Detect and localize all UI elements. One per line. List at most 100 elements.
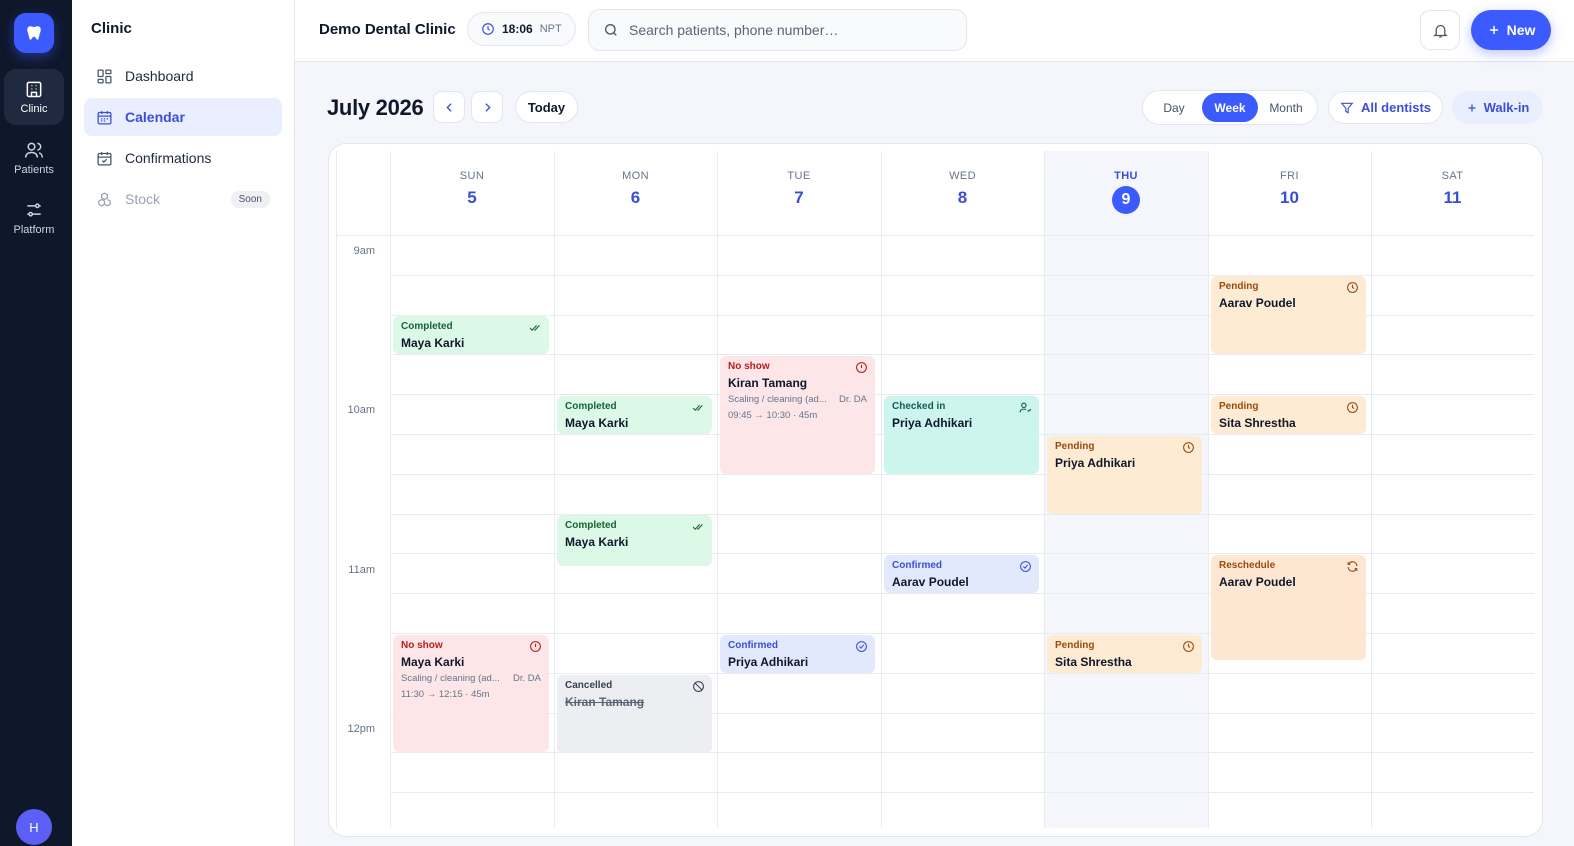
appointment-card[interactable]: No show Kiran Tamang Scaling / cleaning … [720, 356, 875, 474]
appointment-card[interactable]: Completed Maya Karki [557, 396, 712, 434]
prev-week-button[interactable] [433, 91, 465, 123]
appointment-card[interactable]: Checked in Priya Adhikari [884, 396, 1039, 474]
day-header-thu[interactable]: THU 9 [1044, 151, 1208, 235]
notifications-button[interactable] [1420, 10, 1460, 50]
day-header-tue[interactable]: TUE 7 [717, 151, 881, 235]
new-button-label: New [1506, 22, 1536, 38]
walkin-button[interactable]: Walk-in [1452, 91, 1543, 124]
view-day-button[interactable]: Day [1146, 93, 1202, 122]
rail-item-label: Patients [14, 164, 54, 176]
chevron-right-icon [484, 102, 491, 112]
rail-item-label: Clinic [20, 103, 48, 115]
day-header-sun[interactable]: SUN 5 [390, 151, 554, 235]
patient-name: Kiran Tamang [728, 376, 808, 390]
tooth-logo-icon[interactable] [14, 13, 54, 53]
appointment-status: Confirmed [892, 560, 942, 571]
service-name: Scaling / cleaning (ad... [401, 673, 500, 684]
appointment-status: Completed [565, 401, 617, 412]
appointment-status: Cancelled [565, 680, 613, 691]
today-button[interactable]: Today [515, 91, 578, 123]
grid-column-line [1044, 151, 1045, 828]
users-icon [24, 142, 44, 158]
day-header-wed[interactable]: WED 8 [881, 151, 1044, 235]
appointment-time: 09:45 → 10:30 · 45m [728, 410, 818, 421]
dentist-filter-button[interactable]: All dentists [1328, 91, 1443, 124]
dentist-name: Dr. DA [513, 673, 541, 684]
patient-name: Maya Karki [401, 336, 465, 350]
patient-name: Maya Karki [565, 416, 629, 430]
rail-item-label: Platform [13, 224, 55, 236]
rail-item-patients[interactable]: Patients [4, 130, 64, 186]
grid-column-line [881, 151, 882, 828]
grid-row-line [390, 354, 1534, 356]
appointment-card[interactable]: Pending Priya Adhikari [1047, 436, 1202, 514]
service-name: Scaling / cleaning (ad... [728, 394, 827, 405]
patient-name: Priya Adhikari [728, 655, 809, 669]
appointment-status: Confirmed [728, 640, 778, 651]
rail-item-clinic[interactable]: Clinic [4, 69, 64, 125]
appointment-status: Completed [401, 321, 453, 332]
day-name: SUN [459, 170, 485, 182]
sliders-icon [27, 203, 41, 217]
patient-name: Aarav Poudel [1219, 296, 1296, 310]
calendar-check-icon [97, 151, 112, 166]
day-header-fri[interactable]: FRI 10 [1208, 151, 1371, 235]
boxes-icon [98, 191, 111, 207]
next-week-button[interactable] [471, 91, 503, 123]
day-number: 6 [630, 188, 641, 207]
day-header-mon[interactable]: MON 6 [554, 151, 717, 235]
sidebar-item-calendar[interactable]: Calendar [84, 98, 282, 136]
appointment-card[interactable]: Completed Maya Karki [557, 515, 712, 566]
appointment-card[interactable]: Confirmed Aarav Poudel [884, 555, 1039, 593]
day-name: THU [1114, 170, 1138, 182]
user-check-icon [1019, 402, 1032, 413]
sidebar-item-label: Stock [125, 191, 161, 207]
grid-row-line [390, 792, 1534, 794]
appointment-status: Pending [1055, 441, 1095, 452]
day-header-sat[interactable]: SAT 11 [1371, 151, 1534, 235]
day-number: 7 [794, 188, 804, 207]
sidebar-item-dashboard[interactable]: Dashboard [84, 57, 282, 95]
new-button[interactable]: New [1471, 10, 1551, 50]
patient-name: Maya Karki [401, 655, 465, 669]
sidebar-item-label: Calendar [125, 109, 185, 125]
patient-name: Kiran Tamang [565, 695, 645, 709]
clinic-name: Demo Dental Clinic [319, 21, 456, 38]
top-bar: Demo Dental Clinic 18:06 NPT New [295, 0, 1574, 62]
appointment-card[interactable]: Pending Sita Shrestha [1047, 635, 1202, 673]
timezone-label: NPT [539, 23, 562, 35]
calendar-icon [97, 110, 112, 125]
appointment-status: Pending [1219, 281, 1259, 292]
sidebar-title: Clinic [91, 20, 132, 37]
patient-name: Aarav Poudel [1219, 575, 1296, 589]
appointment-card[interactable]: No show Maya Karki Scaling / cleaning (a… [393, 635, 549, 752]
check-circle-icon [856, 641, 867, 652]
day-name: SAT [1441, 170, 1464, 182]
appointment-card[interactable]: Reschedule Aarav Poudel [1211, 555, 1366, 660]
plus-icon [1468, 104, 1476, 111]
view-week-button[interactable]: Week [1202, 93, 1258, 122]
day-number: 8 [957, 188, 968, 207]
patient-name: Sita Shrestha [1219, 416, 1296, 430]
appointment-status: No show [728, 361, 770, 372]
plus-icon [1489, 25, 1498, 35]
rail-item-platform[interactable]: Platform [4, 190, 64, 246]
avatar[interactable]: H [16, 809, 52, 845]
appointment-status: Completed [565, 520, 617, 531]
appointment-card[interactable]: Cancelled Kiran Tamang [557, 675, 712, 753]
appointment-card[interactable]: Pending Sita Shrestha [1211, 396, 1366, 434]
grid-row-line [390, 672, 1534, 674]
appointment-card[interactable]: Completed Maya Karki [393, 316, 549, 354]
sidebar-item-label: Dashboard [125, 68, 194, 84]
clock-icon [482, 23, 494, 35]
month-title: July 2026 [327, 95, 424, 120]
patient-name: Priya Adhikari [1055, 456, 1136, 470]
view-month-button[interactable]: Month [1258, 93, 1314, 122]
sidebar-item-confirmations[interactable]: Confirmations [84, 139, 282, 177]
search-input[interactable] [629, 22, 949, 38]
appointment-card[interactable]: Pending Aarav Poudel [1211, 276, 1366, 354]
day-name: FRI [1280, 170, 1299, 182]
appointment-card[interactable]: Confirmed Priya Adhikari [720, 635, 875, 673]
current-time: 18:06 [502, 22, 533, 36]
time-label: 9am [353, 245, 375, 257]
